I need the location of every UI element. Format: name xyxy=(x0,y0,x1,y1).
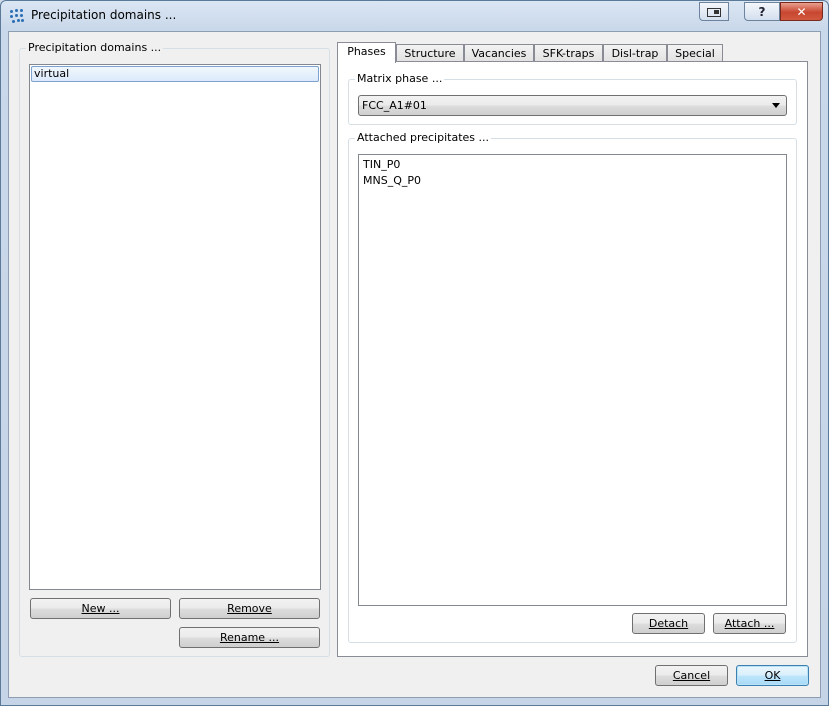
ok-label: OK xyxy=(764,669,781,682)
cancel-label: Cancel xyxy=(672,669,711,682)
domains-list[interactable]: virtual xyxy=(29,64,321,590)
help-icon: ? xyxy=(758,4,766,19)
precipitate-item-tin[interactable]: TIN_P0 xyxy=(359,157,786,173)
remove-domain-button[interactable]: Remove xyxy=(179,598,320,619)
domain-item-virtual[interactable]: virtual xyxy=(31,66,319,82)
new-domain-label: New ... xyxy=(81,602,120,615)
precipitate-item-mns[interactable]: MNS_Q_P0 xyxy=(359,173,786,189)
attached-precipitates-group-title: Attached precipitates ... xyxy=(355,131,491,144)
detach-button[interactable]: Detach xyxy=(632,613,705,634)
app-icon xyxy=(9,8,25,24)
attach-button[interactable]: Attach ... xyxy=(713,613,786,634)
tab-special[interactable]: Special xyxy=(667,44,723,62)
matrix-phase-group-title: Matrix phase ... xyxy=(355,72,445,85)
ok-button[interactable]: OK xyxy=(736,665,809,686)
attach-label: Attach ... xyxy=(724,617,775,630)
matrix-phase-select[interactable]: FCC_A1#01 xyxy=(358,95,787,116)
attached-precipitates-list[interactable]: TIN_P0 MNS_Q_P0 xyxy=(358,154,787,606)
rename-domain-button[interactable]: Rename ... xyxy=(179,627,320,648)
detach-label: Detach xyxy=(648,617,689,630)
tab-vacancies[interactable]: Vacancies xyxy=(464,44,534,62)
tab-structure[interactable]: Structure xyxy=(396,44,464,62)
restore-icon xyxy=(707,7,721,17)
title-bar[interactable]: Precipitation domains ... ? ✕ xyxy=(1,1,828,31)
tab-phases[interactable]: Phases xyxy=(337,42,396,63)
rename-domain-label: Rename ... xyxy=(219,631,280,644)
help-button[interactable]: ? xyxy=(744,2,780,21)
tab-sfk-traps[interactable]: SFK-traps xyxy=(534,44,603,62)
tab-disl-trap[interactable]: Disl-trap xyxy=(603,44,667,62)
remove-domain-label: Remove xyxy=(227,602,272,615)
chevron-down-icon xyxy=(772,103,780,108)
restore-button[interactable] xyxy=(699,2,729,21)
new-domain-button[interactable]: New ... xyxy=(30,598,171,619)
window-title: Precipitation domains ... xyxy=(31,8,177,22)
close-button[interactable]: ✕ xyxy=(780,2,823,21)
close-icon: ✕ xyxy=(796,4,807,19)
cancel-button[interactable]: Cancel xyxy=(655,665,728,686)
matrix-phase-value: FCC_A1#01 xyxy=(362,99,427,112)
domains-group-title: Precipitation domains ... xyxy=(26,41,164,54)
